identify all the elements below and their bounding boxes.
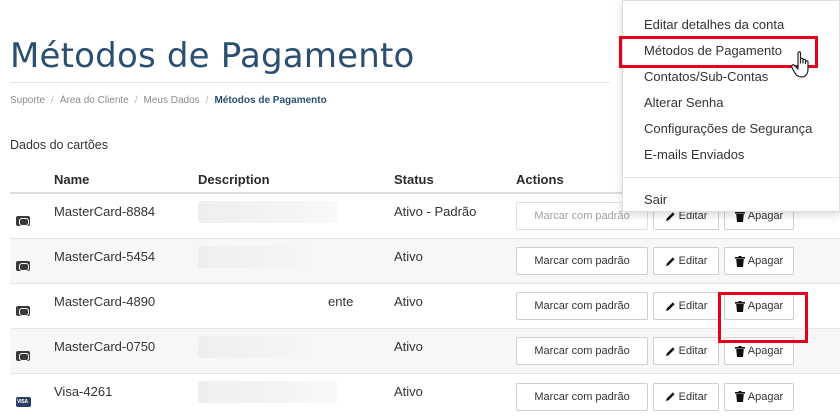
card-description xyxy=(198,194,394,238)
card-description-text: ente xyxy=(328,294,354,309)
delete-button-label: Apagar xyxy=(747,390,784,403)
pencil-icon xyxy=(665,346,675,356)
pencil-icon xyxy=(665,392,675,402)
delete-button[interactable]: Apagar xyxy=(724,337,794,365)
card-name: MasterCard-0750 xyxy=(54,339,156,354)
card-name: MasterCard-4890 xyxy=(54,294,156,309)
trash-icon xyxy=(734,300,745,312)
delete-button[interactable]: Apagar xyxy=(724,292,794,320)
section-label: Dados do cartões xyxy=(10,138,108,152)
breadcrumb-client-area[interactable]: Área do Cliente xyxy=(60,95,129,106)
edit-button-label: Editar xyxy=(678,345,708,357)
set-default-button[interactable]: Marcar com padrão xyxy=(516,337,648,365)
card-description xyxy=(198,329,394,373)
set-default-button[interactable]: Marcar com padrão xyxy=(516,247,648,275)
header-status: Status xyxy=(394,171,434,187)
table-row: MasterCard-4890 ente Ativo Marcar com pa… xyxy=(10,284,840,329)
breadcrumb-separator: / xyxy=(205,95,209,106)
pencil-icon xyxy=(665,301,675,311)
mastercard-icon xyxy=(16,306,30,316)
delete-button-label: Apagar xyxy=(747,300,784,312)
menu-item-security-settings[interactable]: Configurações de Segurança xyxy=(644,121,812,136)
menu-item-contacts[interactable]: Contatos/Sub-Contas xyxy=(644,69,768,84)
mastercard-icon xyxy=(16,261,30,271)
hand-cursor-icon xyxy=(791,51,809,78)
card-name: Visa-4261 xyxy=(54,384,113,399)
card-name: MasterCard-8884 xyxy=(54,204,156,219)
trash-icon xyxy=(734,345,745,357)
breadcrumb-separator: / xyxy=(134,95,138,106)
card-description xyxy=(198,239,394,283)
header-name: Name xyxy=(54,171,90,187)
edit-button[interactable]: Editar xyxy=(653,337,719,365)
breadcrumb-support[interactable]: Suporte xyxy=(10,95,45,106)
redacted-description xyxy=(198,336,338,358)
trash-icon xyxy=(734,391,745,402)
card-name: MasterCard-5454 xyxy=(54,249,156,264)
edit-button[interactable]: Editar xyxy=(653,247,719,275)
visa-mark: VISA xyxy=(17,398,28,405)
pencil-icon xyxy=(665,211,675,221)
page-title: Métodos de Pagamento xyxy=(10,36,415,76)
set-default-button[interactable]: Marcar com padrão xyxy=(516,292,648,320)
menu-item-payment-methods[interactable]: Métodos de Pagamento xyxy=(644,43,782,58)
redacted-description xyxy=(198,246,338,268)
edit-button-label: Editar xyxy=(678,390,708,403)
delete-button[interactable]: Apagar xyxy=(724,382,794,411)
pencil-icon xyxy=(665,256,675,266)
delete-button-label: Apagar xyxy=(747,345,784,357)
account-dropdown-menu: Editar detalhes da conta Métodos de Paga… xyxy=(622,0,840,212)
delete-button[interactable]: Apagar xyxy=(724,247,794,275)
menu-divider xyxy=(623,177,839,178)
breadcrumb: Suporte / Área do Cliente / Meus Dados / Métod… xyxy=(10,95,327,106)
breadcrumb-current: Métodos de Pagamento xyxy=(214,95,327,106)
table-row: MasterCard-5454 Ativo Marcar com padrão … xyxy=(10,239,840,284)
menu-item-edit-account[interactable]: Editar detalhes da conta xyxy=(644,17,784,32)
card-status: Ativo xyxy=(394,294,423,309)
edit-button-label: Editar xyxy=(678,255,708,267)
card-status: Ativo xyxy=(394,339,423,354)
redacted-description xyxy=(198,201,338,223)
trash-icon xyxy=(734,255,745,267)
mastercard-icon xyxy=(16,216,30,226)
edit-button-label: Editar xyxy=(678,300,708,312)
menu-item-sent-emails[interactable]: E-mails Enviados xyxy=(644,147,744,162)
table-row: MasterCard-0750 Ativo Marcar com padrão … xyxy=(10,329,840,374)
card-status: Ativo xyxy=(394,249,423,264)
mastercard-icon xyxy=(16,351,30,361)
delete-button-label: Apagar xyxy=(747,255,784,267)
card-description: ente xyxy=(198,284,394,328)
set-default-button[interactable]: Marcar com padrão xyxy=(516,382,648,411)
menu-item-logout[interactable]: Sair xyxy=(644,192,667,207)
redacted-description xyxy=(198,381,338,403)
trash-icon xyxy=(734,210,745,222)
visa-icon: VISA xyxy=(16,396,31,407)
header-description: Description xyxy=(198,171,270,187)
card-status: Ativo - Padrão xyxy=(394,204,477,219)
edit-button[interactable]: Editar xyxy=(653,382,719,411)
breadcrumb-separator: / xyxy=(51,95,54,106)
breadcrumb-my-data[interactable]: Meus Dados xyxy=(144,95,200,106)
edit-button[interactable]: Editar xyxy=(653,292,719,320)
card-status: Ativo xyxy=(394,384,423,399)
card-description xyxy=(198,374,394,418)
title-divider xyxy=(10,82,610,83)
table-row: VISA Visa-4261 Ativo Marcar com padrão E… xyxy=(10,374,840,418)
menu-item-change-password[interactable]: Alterar Senha xyxy=(644,95,724,110)
